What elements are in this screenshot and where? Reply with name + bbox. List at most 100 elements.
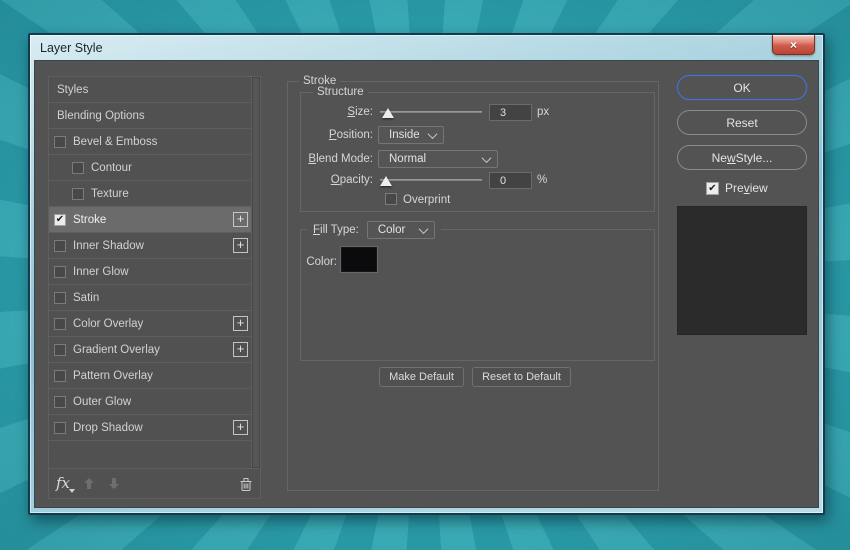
- unchecked-checkbox[interactable]: [54, 136, 66, 148]
- unchecked-checkbox[interactable]: [54, 318, 66, 330]
- unchecked-checkbox[interactable]: [72, 188, 84, 200]
- sidebar-item-label: Inner Glow: [73, 266, 251, 278]
- sidebar-item-pattern-overlay[interactable]: Pattern Overlay: [49, 363, 251, 389]
- sidebar-item-label: Stroke: [73, 214, 233, 226]
- styles-list: Styles Blending Options Bevel & Emboss Cont…: [48, 76, 252, 469]
- sidebar-item-bevel-emboss[interactable]: Bevel & Emboss: [49, 129, 251, 155]
- chevron-down-icon: [482, 153, 492, 163]
- sidebar-item-label: Pattern Overlay: [73, 370, 251, 382]
- styles-list-scrollbar[interactable]: [252, 76, 261, 469]
- blend-mode-value: Normal: [389, 153, 426, 165]
- unchecked-checkbox[interactable]: [54, 422, 66, 434]
- sidebar-item-label: Styles: [57, 84, 251, 96]
- preview-option: ✔ Preview: [706, 181, 768, 195]
- sidebar-item-inner-glow[interactable]: Inner Glow: [49, 259, 251, 285]
- opacity-slider-track[interactable]: [380, 179, 482, 181]
- sidebar-item-label: Bevel & Emboss: [73, 136, 251, 148]
- sidebar-item-satin[interactable]: Satin: [49, 285, 251, 311]
- unchecked-checkbox[interactable]: [54, 292, 66, 304]
- opacity-slider-thumb[interactable]: [380, 176, 392, 186]
- color-label: Color:: [265, 255, 337, 269]
- size-slider-thumb[interactable]: [382, 108, 394, 118]
- sidebar-item-label: Satin: [73, 292, 251, 304]
- fill-type-row: Fill Type: Color: [307, 221, 441, 239]
- fx-flyout-caret-icon: [69, 489, 75, 493]
- sidebar-item-inner-shadow[interactable]: Inner Shadow+: [49, 233, 251, 259]
- position-dropdown[interactable]: Inside: [378, 126, 444, 144]
- check-icon: ✔: [708, 183, 716, 194]
- preview-label: Preview: [725, 181, 768, 195]
- sidebar-item-label: Blending Options: [57, 110, 251, 122]
- desktop-background: Layer Style × Styles Blending Options Beve…: [0, 0, 850, 550]
- ok-button[interactable]: OK: [677, 75, 807, 100]
- close-button[interactable]: ×: [772, 35, 815, 55]
- size-unit-label: px: [537, 105, 549, 119]
- window-title: Layer Style: [40, 41, 103, 55]
- scrollbar-thumb[interactable]: [253, 78, 259, 467]
- titlebar[interactable]: Layer Style ×: [30, 35, 823, 61]
- sidebar-item-label: Inner Shadow: [73, 240, 233, 252]
- size-input[interactable]: 3: [489, 104, 532, 121]
- trash-icon[interactable]: [239, 476, 253, 492]
- move-up-icon[interactable]: [83, 477, 95, 490]
- fx-icon[interactable]: fx: [56, 476, 70, 491]
- chevron-down-icon: [418, 224, 428, 234]
- opacity-unit-label: %: [537, 173, 547, 187]
- sidebar-item-texture[interactable]: Texture: [49, 181, 251, 207]
- sidebar-item-color-overlay[interactable]: Color Overlay+: [49, 311, 251, 337]
- add-effect-instance-icon[interactable]: +: [233, 316, 248, 331]
- preview-checkbox[interactable]: ✔: [706, 182, 719, 195]
- opacity-label: Opacity:: [278, 173, 373, 187]
- blend-mode-dropdown[interactable]: Normal: [378, 150, 498, 168]
- chevron-down-icon: [428, 129, 438, 139]
- unchecked-checkbox[interactable]: [54, 370, 66, 382]
- add-effect-instance-icon[interactable]: +: [233, 342, 248, 357]
- size-slider-track[interactable]: [380, 111, 482, 113]
- sidebar-item-label: Contour: [91, 162, 251, 174]
- sidebar-item-contour[interactable]: Contour: [49, 155, 251, 181]
- unchecked-checkbox[interactable]: [54, 344, 66, 356]
- size-label: Size:: [278, 105, 373, 119]
- sidebar-item-label: Texture: [91, 188, 251, 200]
- preview-thumbnail: [677, 206, 807, 335]
- add-effect-instance-icon[interactable]: +: [233, 238, 248, 253]
- position-label: Position:: [278, 128, 373, 142]
- stroke-color-swatch[interactable]: [341, 247, 377, 272]
- make-default-button[interactable]: Make Default: [379, 367, 464, 387]
- sidebar-item-stroke[interactable]: ✔ Stroke+: [49, 207, 251, 233]
- unchecked-checkbox[interactable]: [72, 162, 84, 174]
- sidebar-item-label: Drop Shadow: [73, 422, 233, 434]
- styles-list-toolbar: fx: [48, 469, 261, 499]
- sidebar-item-blending-options[interactable]: Blending Options: [49, 103, 251, 129]
- new-style-button[interactable]: New Style...: [677, 145, 807, 170]
- move-down-icon[interactable]: [108, 477, 120, 490]
- overprint-checkbox[interactable]: [385, 193, 397, 205]
- close-icon: ×: [790, 39, 797, 51]
- unchecked-checkbox[interactable]: [54, 266, 66, 278]
- sidebar-item-label: Gradient Overlay: [73, 344, 233, 356]
- fx-label: fx: [56, 474, 70, 492]
- add-effect-instance-icon[interactable]: +: [233, 420, 248, 435]
- sidebar-item-label: Color Overlay: [73, 318, 233, 330]
- structure-group-title: Structure: [313, 85, 368, 99]
- sidebar-item-styles[interactable]: Styles: [49, 77, 251, 103]
- fill-type-dropdown[interactable]: Color: [367, 221, 435, 239]
- unchecked-checkbox[interactable]: [54, 396, 66, 408]
- sidebar-item-gradient-overlay[interactable]: Gradient Overlay+: [49, 337, 251, 363]
- sidebar-item-drop-shadow[interactable]: Drop Shadow+: [49, 415, 251, 441]
- dialog-content: Styles Blending Options Bevel & Emboss Cont…: [35, 61, 818, 507]
- opacity-input[interactable]: 0: [489, 172, 532, 189]
- layer-style-dialog: Layer Style × Styles Blending Options Beve…: [28, 33, 825, 515]
- unchecked-checkbox[interactable]: [54, 240, 66, 252]
- checked-checkbox[interactable]: ✔: [54, 214, 66, 226]
- fill-type-label: Fill Type:: [313, 224, 359, 236]
- reset-button[interactable]: Reset: [677, 110, 807, 135]
- add-effect-instance-icon[interactable]: +: [233, 212, 248, 227]
- position-value: Inside: [389, 129, 420, 141]
- fill-type-value: Color: [378, 224, 405, 236]
- blend-mode-label: Blend Mode:: [278, 152, 373, 166]
- reset-to-default-button[interactable]: Reset to Default: [472, 367, 571, 387]
- sidebar-item-label: Outer Glow: [73, 396, 251, 408]
- sidebar-item-outer-glow[interactable]: Outer Glow: [49, 389, 251, 415]
- overprint-label: Overprint: [403, 193, 450, 207]
